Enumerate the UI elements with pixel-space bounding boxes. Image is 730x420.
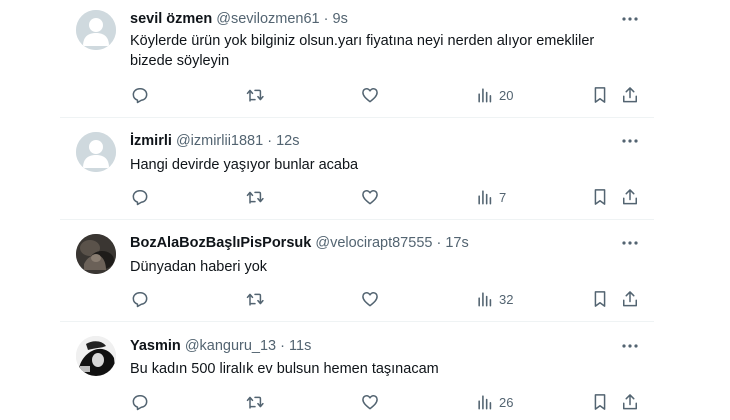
user-handle[interactable]: @izmirlii1881 [176, 133, 263, 149]
bookmark-button[interactable] [590, 288, 610, 310]
action-bar: 26 [120, 391, 644, 413]
reply-button[interactable] [130, 288, 150, 310]
timestamp[interactable]: 17s [445, 235, 468, 251]
views-button[interactable]: 26 [475, 391, 513, 413]
bookmark-icon [594, 189, 606, 205]
default-avatar-icon [76, 10, 116, 50]
bookmark-icon [594, 394, 606, 410]
timestamp[interactable]: 12s [276, 133, 299, 149]
user-handle[interactable]: @sevilozmen61 [216, 11, 319, 27]
tweet-header: sevil özmen @sevilozmen61 · 9s [130, 9, 348, 29]
bookmark-button[interactable] [590, 186, 610, 208]
default-avatar-icon [76, 132, 116, 172]
views-button[interactable]: 32 [475, 288, 513, 310]
tweet-header: BozAlaBozBaşlıPisPorsuk @velocirapt87555… [130, 233, 469, 253]
like-icon [362, 190, 378, 205]
action-bar: 32 [120, 288, 644, 310]
tweet-text: Köylerde ürün yok bilginiz olsun.yarı fi… [130, 33, 595, 69]
separator: · [323, 11, 329, 27]
separator: · [436, 235, 442, 251]
avatar[interactable] [76, 336, 116, 376]
separator: · [280, 338, 285, 354]
timestamp[interactable]: 9s [333, 11, 348, 27]
retweet-button[interactable] [245, 288, 265, 310]
tweet-header: Yasmin @kanguru_13 · 11s [130, 336, 311, 356]
action-bar: 7 [120, 186, 644, 208]
reply-button[interactable] [130, 186, 150, 208]
photo-avatar-icon [76, 234, 116, 274]
tweet[interactable]: sevil özmen @sevilozmen61 · 9s Köylerde … [60, 0, 654, 118]
retweet-icon [246, 396, 264, 409]
display-name[interactable]: Yasmin [130, 338, 181, 354]
views-icon [478, 88, 492, 103]
reply-button[interactable] [130, 84, 150, 106]
display-name[interactable]: sevil özmen [130, 11, 212, 27]
like-button[interactable] [360, 288, 380, 310]
retweet-icon [246, 293, 264, 306]
separator: · [267, 133, 273, 149]
more-icon[interactable] [618, 9, 642, 29]
share-button[interactable] [620, 391, 640, 413]
like-button[interactable] [360, 391, 380, 413]
views-icon [478, 292, 492, 307]
user-handle[interactable]: @velocirapt87555 [315, 235, 432, 251]
like-button[interactable] [360, 84, 380, 106]
reply-icon [132, 88, 148, 104]
tweet[interactable]: İzmirli @izmirlii1881 · 12s Hangi devird… [60, 118, 654, 220]
share-icon [623, 87, 637, 103]
display-name[interactable]: BozAlaBozBaşlıPisPorsuk [130, 235, 311, 251]
view-count: 7 [499, 189, 507, 205]
reply-feed: sevil özmen @sevilozmen61 · 9s Köylerde … [60, 0, 654, 420]
views-icon [478, 190, 492, 205]
retweet-button[interactable] [245, 186, 265, 208]
reply-icon [132, 395, 148, 411]
more-icon[interactable] [618, 131, 642, 151]
bookmark-button[interactable] [590, 391, 610, 413]
tweet-text: Dünyadan haberi yok [130, 259, 268, 275]
like-button[interactable] [360, 186, 380, 208]
share-button[interactable] [620, 84, 640, 106]
tweet[interactable]: Yasmin @kanguru_13 · 11s Bu kadın 500 li… [60, 322, 654, 420]
retweet-button[interactable] [245, 84, 265, 106]
view-count: 26 [499, 394, 514, 410]
like-icon [362, 88, 378, 103]
views-icon [478, 395, 492, 410]
avatar[interactable] [76, 234, 116, 274]
share-button[interactable] [620, 288, 640, 310]
reply-button[interactable] [130, 391, 150, 413]
reply-icon [132, 190, 148, 206]
view-count: 32 [499, 291, 514, 307]
reply-icon [132, 292, 148, 308]
tweet-text: Bu kadın 500 liralık ev bulsun hemen taş… [130, 361, 439, 377]
like-icon [362, 395, 378, 410]
more-icon[interactable] [618, 233, 642, 253]
action-bar: 20 [120, 84, 644, 106]
bookmark-button[interactable] [590, 84, 610, 106]
views-button[interactable]: 20 [475, 84, 513, 106]
share-icon [623, 394, 637, 410]
retweet-icon [246, 89, 264, 102]
like-icon [362, 292, 378, 307]
views-button[interactable]: 7 [475, 186, 506, 208]
avatar[interactable] [76, 132, 116, 172]
timestamp[interactable]: 11s [289, 338, 311, 354]
bookmark-icon [594, 87, 606, 103]
user-handle[interactable]: @kanguru_13 [185, 338, 276, 354]
more-icon[interactable] [618, 336, 642, 356]
retweet-button[interactable] [245, 391, 265, 413]
share-button[interactable] [620, 186, 640, 208]
share-icon [623, 291, 637, 307]
tweet[interactable]: BozAlaBozBaşlıPisPorsuk @velocirapt87555… [60, 220, 654, 322]
avatar[interactable] [76, 10, 116, 50]
bookmark-icon [594, 291, 606, 307]
display-name[interactable]: İzmirli [130, 133, 172, 149]
view-count: 20 [499, 87, 514, 103]
retweet-icon [246, 191, 264, 204]
photo-avatar-icon [76, 336, 116, 376]
tweet-text: Hangi devirde yaşıyor bunlar acaba [130, 157, 359, 173]
tweet-header: İzmirli @izmirlii1881 · 12s [130, 131, 299, 151]
share-icon [623, 189, 637, 205]
